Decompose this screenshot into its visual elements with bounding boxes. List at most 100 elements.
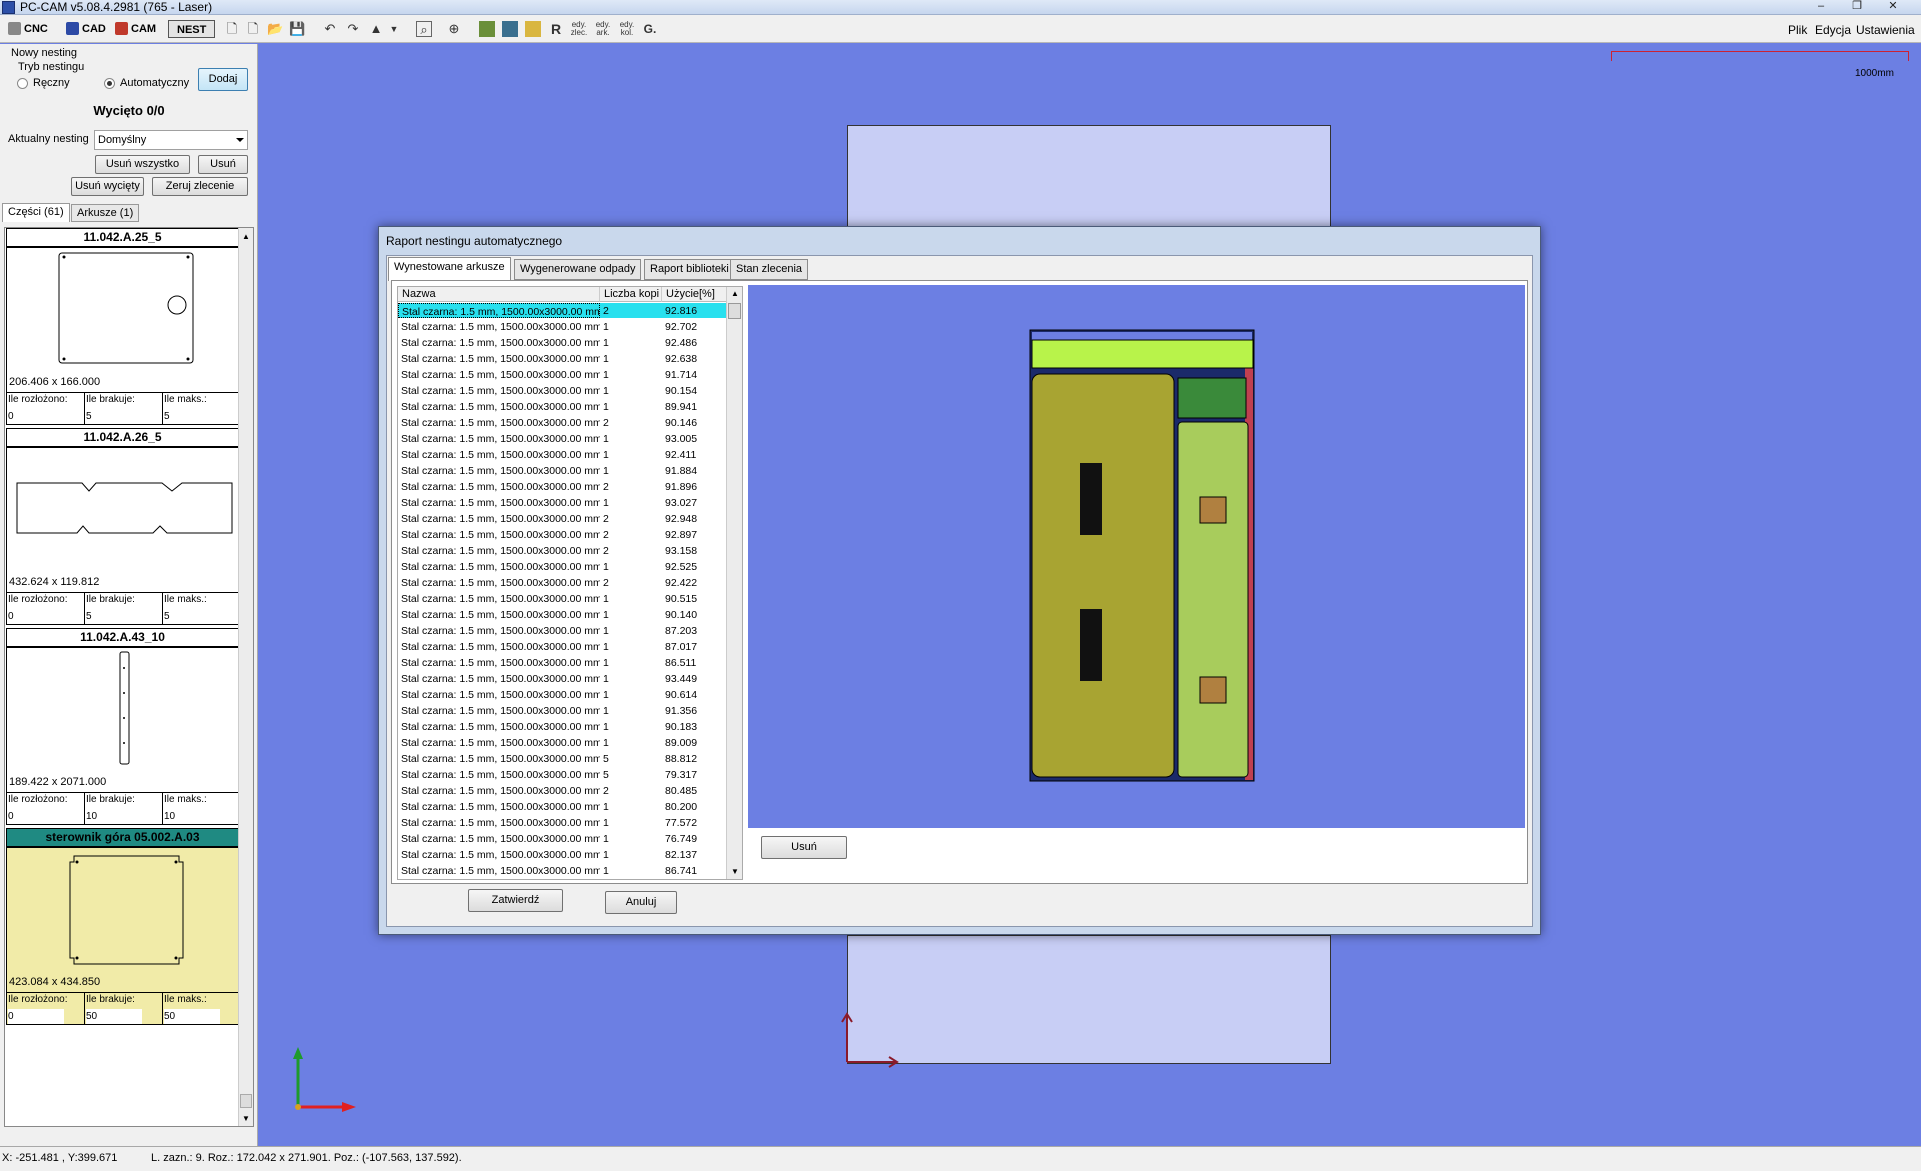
new-sheet-icon[interactable]: 🗋 [245,21,261,37]
undo-icon[interactable]: ↶ [322,21,338,37]
table-row[interactable]: Stal czarna: 1.5 mm, 1500.00x3000.00 mm 1… [398,447,728,463]
column-name[interactable]: Nazwa [398,287,600,302]
max-input[interactable]: 50 [164,1009,220,1024]
calculator-icon[interactable] [502,21,518,37]
table-row[interactable]: Stal czarna: 1.5 mm, 1500.00x3000.00 mm 5… [398,751,728,767]
dropdown-icon[interactable]: ▼ [386,21,402,37]
target-icon[interactable]: ⊕ [446,21,462,37]
mode-nest-button[interactable]: NEST [168,20,216,38]
radio-automatic[interactable] [104,78,115,89]
cancel-button[interactable]: Anuluj [605,891,677,914]
table-row[interactable]: Stal czarna: 1.5 mm, 1500.00x3000.00 mm 1… [398,719,728,735]
confirm-button[interactable]: Zatwierdź [468,889,563,912]
table-row[interactable]: Stal czarna: 1.5 mm, 1500.00x3000.00 mm 1… [398,671,728,687]
table-row[interactable]: Stal czarna: 1.5 mm, 1500.00x3000.00 mm 2… [398,479,728,495]
radio-automatic-label[interactable]: Automatyczny [120,77,189,89]
mode-cam-button[interactable]: CAM [113,20,156,38]
scroll-down-icon[interactable]: ▼ [242,1114,250,1123]
maximize-button[interactable]: ❐ [1843,0,1871,14]
table-row[interactable]: Stal czarna: 1.5 mm, 1500.00x3000.00 mm 1… [398,639,728,655]
scroll-up-icon[interactable]: ▲ [242,232,250,241]
zoom-tool-icon[interactable]: ⌕ [416,21,432,37]
table-row[interactable]: Stal czarna: 1.5 mm, 1500.00x3000.00 mm 1… [398,431,728,447]
save-icon[interactable]: 💾 [289,21,305,37]
part-card[interactable]: 11.042.A.43_10 189.422 x 2071.000 Ile ro… [6,628,240,825]
report-icon[interactable]: R [548,21,564,37]
mode-cnc-button[interactable]: CNC [6,20,48,38]
menu-settings[interactable]: Ustawienia [1856,23,1915,37]
scroll-up-icon[interactable]: ▲ [731,289,739,298]
part-card[interactable]: 11.042.A.26_5 432.624 x 119.812 Ile rozł… [6,428,240,625]
table-row[interactable]: Stal czarna: 1.5 mm, 1500.00x3000.00 mm 1… [398,319,728,335]
reset-order-button[interactable]: Zeruj zlecenie [152,177,248,196]
tab-order-status[interactable]: Stan zlecenia [730,259,809,280]
table-row[interactable]: Stal czarna: 1.5 mm, 1500.00x3000.00 mm 2… [398,527,728,543]
edit-sheet-button[interactable]: edy. ark. [592,21,614,37]
table-row[interactable]: Stal czarna: 1.5 mm, 1500.00x3000.00 mm 1… [398,607,728,623]
scroll-down-icon[interactable]: ▼ [731,867,739,876]
tab-parts[interactable]: Części (61) [2,203,70,222]
scroll-thumb[interactable] [728,303,741,319]
table-row[interactable]: Stal czarna: 1.5 mm, 1500.00x3000.00 mm 1… [398,847,728,863]
table-row[interactable]: Stal czarna: 1.5 mm, 1500.00x3000.00 mm 2… [398,511,728,527]
table-row[interactable]: Stal czarna: 1.5 mm, 1500.00x3000.00 mm 1… [398,687,728,703]
table-row[interactable]: Stal czarna: 1.5 mm, 1500.00x3000.00 mm 1… [398,383,728,399]
missing-input[interactable]: 50 [86,1009,142,1024]
remove-all-button[interactable]: Usuń wszystko [95,155,190,174]
table-row[interactable]: Stal czarna: 1.5 mm, 1500.00x3000.00 mm 1… [398,335,728,351]
g-code-button[interactable]: G. [642,21,658,37]
table-row[interactable]: Stal czarna: 1.5 mm, 1500.00x3000.00 mm 1… [398,351,728,367]
tab-library-report[interactable]: Raport biblioteki [644,259,735,280]
mode-cad-button[interactable]: CAD [64,20,106,38]
open-folder-icon[interactable]: 📂 [267,21,283,37]
edit-order-button[interactable]: edy. zlec. [568,21,590,37]
tab-generated-waste[interactable]: Wygenerowane odpady [514,259,642,280]
table-row[interactable]: Stal czarna: 1.5 mm, 1500.00x3000.00 mm 2… [398,575,728,591]
tab-sheets[interactable]: Arkusze (1) [71,204,140,222]
menu-edit[interactable]: Edycja [1815,23,1851,37]
minimize-button[interactable]: – [1807,0,1835,14]
table-row[interactable]: Stal czarna: 1.5 mm, 1500.00x3000.00 mm 1… [398,399,728,415]
table-row[interactable]: Stal czarna: 1.5 mm, 1500.00x3000.00 mm 1… [398,863,728,879]
delete-sheet-button[interactable]: Usuń [761,836,847,859]
table-row[interactable]: Stal czarna: 1.5 mm, 1500.00x3000.00 mm 1… [398,831,728,847]
new-file-icon[interactable]: 🗋 [224,21,240,37]
close-button[interactable]: ✕ [1879,0,1907,14]
parts-scrollbar[interactable]: ▲ ▼ [238,228,253,1126]
table-row[interactable]: Stal czarna: 1.5 mm, 1500.00x3000.00 mm 5… [398,767,728,783]
table-row[interactable]: Stal czarna: 1.5 mm, 1500.00x3000.00 mm 1… [398,623,728,639]
table-row[interactable]: Stal czarna: 1.5 mm, 1500.00x3000.00 mm 1… [398,703,728,719]
table-row[interactable]: Stal czarna: 1.5 mm, 1500.00x3000.00 mm 1… [398,815,728,831]
menu-file[interactable]: Plik [1788,23,1807,37]
add-nesting-button[interactable]: Dodaj [198,68,248,91]
table-scrollbar[interactable]: ▲ ▼ [726,287,742,879]
table-row[interactable]: Stal czarna: 1.5 mm, 1500.00x3000.00 mm 1… [398,463,728,479]
redo-icon[interactable]: ↷ [345,21,361,37]
part-card[interactable]: 11.042.A.25_5 206.406 x 166.000 Ile rozł… [6,228,240,425]
remove-cut-button[interactable]: Usuń wycięty [71,177,144,196]
remove-button[interactable]: Usuń [198,155,248,174]
table-row[interactable]: Stal czarna: 1.5 mm, 1500.00x3000.00 mm 1… [398,559,728,575]
radio-manual-label[interactable]: Ręczny [33,77,70,89]
table-row[interactable]: Stal czarna: 1.5 mm, 1500.00x3000.00 mm 2… [398,415,728,431]
edit-color-button[interactable]: edy. kol. [616,21,638,37]
radio-manual[interactable] [17,78,28,89]
table-row[interactable]: Stal czarna: 1.5 mm, 1500.00x3000.00 mm 1… [398,591,728,607]
column-copies[interactable]: Liczba kopi [600,287,662,302]
table-row[interactable]: Stal czarna: 1.5 mm, 1500.00x3000.00 mm 2… [398,783,728,799]
table-row[interactable]: Stal czarna: 1.5 mm, 1500.00x3000.00 mm 1… [398,367,728,383]
scroll-thumb[interactable] [240,1094,252,1108]
table-row[interactable]: Stal czarna: 1.5 mm, 1500.00x3000.00 mm 1… [398,799,728,815]
table-row[interactable]: Stal czarna: 1.5 mm, 1500.00x3000.00 mm 2… [398,303,728,319]
tab-nested-sheets[interactable]: Wynestowane arkusze [388,257,511,281]
column-usage[interactable]: Użycie[%] [662,287,728,302]
table-row[interactable]: Stal czarna: 1.5 mm, 1500.00x3000.00 mm 1… [398,735,728,751]
current-nesting-select[interactable]: Domyślny [94,130,248,150]
table-row[interactable]: Stal czarna: 1.5 mm, 1500.00x3000.00 mm 1… [398,655,728,671]
sheet-view-icon[interactable] [479,21,495,37]
table-row[interactable]: Stal czarna: 1.5 mm, 1500.00x3000.00 mm 1… [398,495,728,511]
layers-icon[interactable] [525,21,541,37]
table-row[interactable]: Stal czarna: 1.5 mm, 1500.00x3000.00 mm 2… [398,543,728,559]
select-tool-icon[interactable]: ▲ [368,21,384,37]
part-card-selected[interactable]: sterownik góra 05.002.A.03 423.084 x 434… [6,828,240,1025]
